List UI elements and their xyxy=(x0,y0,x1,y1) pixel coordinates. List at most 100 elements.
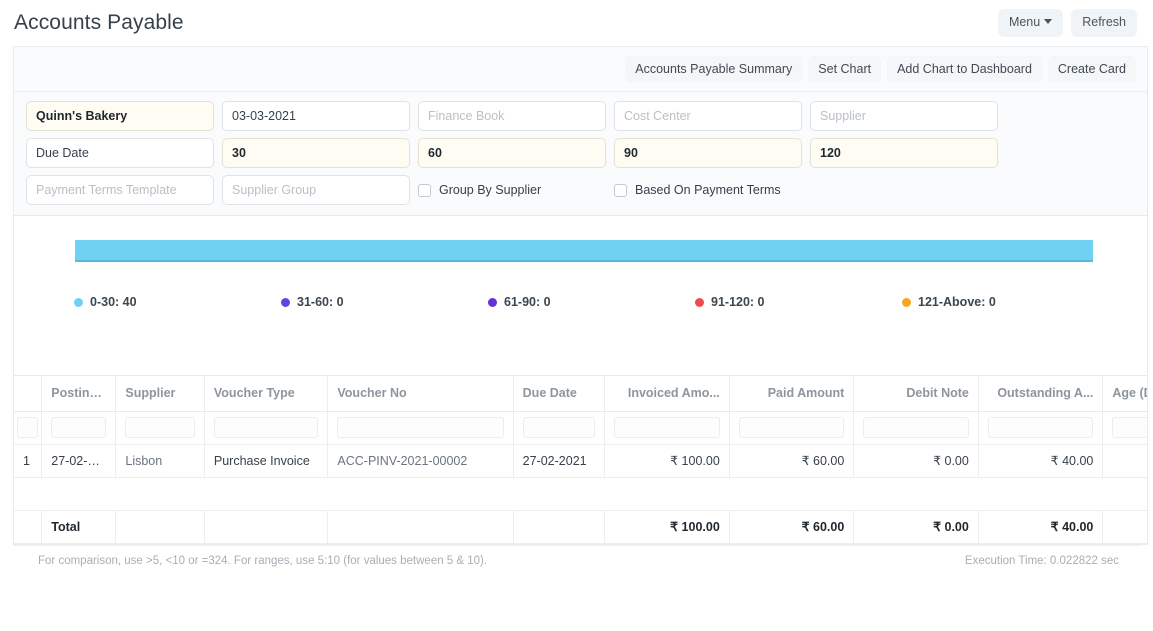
total-cell-voucher-no xyxy=(328,510,513,543)
create-card-button[interactable]: Create Card xyxy=(1048,56,1136,82)
total-cell-invoiced-amount: ₹ 100.00 xyxy=(605,510,730,543)
cell-invoiced-amount[interactable]: ₹ 100.00 xyxy=(605,444,730,477)
filter-row-2 xyxy=(26,138,1135,168)
legend-item-31-60[interactable]: 31-60: 0 xyxy=(281,295,488,309)
cell-debit-note[interactable]: ₹ 0.00 xyxy=(854,444,979,477)
column-header-row-index[interactable] xyxy=(14,376,42,411)
refresh-button[interactable]: Refresh xyxy=(1071,9,1137,37)
chart-bar-track xyxy=(75,240,1093,262)
legend-label: 61-90: 0 xyxy=(504,295,551,309)
column-filter-input-paid-amount[interactable] xyxy=(739,417,845,438)
checkbox-based-on-payment-terms[interactable]: Based On Payment Terms xyxy=(614,175,802,205)
table-empty-space xyxy=(14,477,1147,510)
cell-row-index[interactable]: 1 xyxy=(14,444,42,477)
chart-bar-segment-0-30 xyxy=(75,240,1093,262)
table-row[interactable]: 127-02-2021LisbonPurchase InvoiceACC-PIN… xyxy=(14,444,1147,477)
chart-legend: 0-30: 40 31-60: 0 61-90: 0 91-120: 0 121-Abo… xyxy=(14,295,1147,309)
total-cell-outstanding-amount: ₹ 40.00 xyxy=(978,510,1103,543)
table-filter-row xyxy=(14,411,1147,444)
filter-row2-field-3[interactable] xyxy=(614,138,802,168)
total-cell-posting-date: Total xyxy=(42,510,116,543)
column-filter-input-invoiced-amount[interactable] xyxy=(614,417,720,438)
checkbox-icon[interactable] xyxy=(614,184,627,197)
ageing-chart: 0-30: 40 31-60: 0 61-90: 0 91-120: 0 121-Abo… xyxy=(14,216,1147,376)
legend-color-dot xyxy=(281,298,290,307)
column-filter-input-voucher-type[interactable] xyxy=(214,417,319,438)
legend-item-121-Above[interactable]: 121-Above: 0 xyxy=(902,295,1109,309)
column-header-debit-note[interactable]: Debit Note xyxy=(854,376,979,411)
column-filter-input-age-days[interactable] xyxy=(1112,417,1147,438)
filter-row1-field-2[interactable] xyxy=(418,101,606,131)
execution-time: Execution Time: 0.022822 sec xyxy=(965,555,1119,567)
column-filter-input-supplier[interactable] xyxy=(125,417,195,438)
total-cell-voucher-type xyxy=(204,510,328,543)
legend-color-dot xyxy=(74,298,83,307)
menu-button-label: Menu xyxy=(1009,15,1040,29)
set-chart-button[interactable]: Set Chart xyxy=(808,56,881,82)
checkbox-label: Group By Supplier xyxy=(439,183,541,197)
column-header-voucher-type[interactable]: Voucher Type xyxy=(204,376,328,411)
legend-item-91-120[interactable]: 91-120: 0 xyxy=(695,295,902,309)
column-filter-input-outstanding-amount[interactable] xyxy=(988,417,1094,438)
column-header-supplier[interactable]: Supplier xyxy=(116,376,205,411)
filter-row1-field-1[interactable] xyxy=(222,101,410,131)
filter-row-1 xyxy=(26,101,1135,131)
footer-hint: For comparison, use >5, <10 or =324. For… xyxy=(38,555,487,567)
column-filter-input-posting-date[interactable] xyxy=(51,417,106,438)
column-header-invoiced-amount[interactable]: Invoiced Amo... xyxy=(605,376,730,411)
cell-paid-amount[interactable]: ₹ 60.00 xyxy=(729,444,854,477)
column-header-paid-amount[interactable]: Paid Amount xyxy=(729,376,854,411)
total-cell-row-index xyxy=(14,510,42,543)
filter-row2-field-0[interactable] xyxy=(26,138,214,168)
legend-item-61-90[interactable]: 61-90: 0 xyxy=(488,295,695,309)
filter-row2-field-2[interactable] xyxy=(418,138,606,168)
chart-toolbar: Accounts Payable SummarySet ChartAdd Cha… xyxy=(14,47,1147,92)
report-table-wrap: Posting D...SupplierVoucher TypeVoucher … xyxy=(14,376,1147,544)
table-empty-cell xyxy=(14,477,1147,510)
cell-posting-date[interactable]: 27-02-2021 xyxy=(42,444,116,477)
filter-row1-field-3[interactable] xyxy=(614,101,802,131)
column-header-due-date[interactable]: Due Date xyxy=(513,376,605,411)
legend-item-0-30[interactable]: 0-30: 40 xyxy=(74,295,281,309)
add-chart-to-dashboard-button[interactable]: Add Chart to Dashboard xyxy=(887,56,1042,82)
checkbox-icon[interactable] xyxy=(418,184,431,197)
cell-supplier[interactable]: Lisbon xyxy=(116,444,205,477)
column-header-outstanding-amount[interactable]: Outstanding A... xyxy=(978,376,1103,411)
cell-due-date[interactable]: 27-02-2021 xyxy=(513,444,605,477)
filter-row3-field-0[interactable] xyxy=(26,175,214,205)
filter-area: Group By Supplier Based On Payment Terms xyxy=(14,92,1147,216)
filter-row1-field-0[interactable] xyxy=(26,101,214,131)
legend-color-dot xyxy=(488,298,497,307)
cell-age-days[interactable] xyxy=(1103,444,1147,477)
report-table: Posting D...SupplierVoucher TypeVoucher … xyxy=(14,376,1147,544)
legend-label: 0-30: 40 xyxy=(90,295,137,309)
menu-button[interactable]: Menu xyxy=(998,9,1063,37)
column-filter-input-due-date[interactable] xyxy=(523,417,596,438)
page-title: Accounts Payable xyxy=(14,11,998,35)
legend-label: 121-Above: 0 xyxy=(918,295,996,309)
checkbox-group-by-supplier[interactable]: Group By Supplier xyxy=(418,175,606,205)
cell-voucher-type[interactable]: Purchase Invoice xyxy=(204,444,328,477)
checkbox-label: Based On Payment Terms xyxy=(635,183,781,197)
column-header-voucher-no[interactable]: Voucher No xyxy=(328,376,513,411)
filter-row2-field-4[interactable] xyxy=(810,138,998,168)
total-cell-debit-note: ₹ 0.00 xyxy=(854,510,979,543)
header-actions: Menu Refresh xyxy=(998,9,1137,37)
total-cell-supplier xyxy=(116,510,205,543)
accounts-payable-summary-button[interactable]: Accounts Payable Summary xyxy=(625,56,802,82)
cell-voucher-no[interactable]: ACC-PINV-2021-00002 xyxy=(328,444,513,477)
column-header-age-days[interactable]: Age (Da xyxy=(1103,376,1147,411)
total-cell-paid-amount: ₹ 60.00 xyxy=(729,510,854,543)
legend-color-dot xyxy=(902,298,911,307)
filter-row1-field-4[interactable] xyxy=(810,101,998,131)
total-cell-age-days xyxy=(1103,510,1147,543)
filter-row2-field-1[interactable] xyxy=(222,138,410,168)
column-filter-input-voucher-no[interactable] xyxy=(337,417,503,438)
legend-label: 31-60: 0 xyxy=(297,295,344,309)
column-filter-input-debit-note[interactable] xyxy=(863,417,969,438)
cell-outstanding-amount[interactable]: ₹ 40.00 xyxy=(978,444,1103,477)
column-filter-input-row-index[interactable] xyxy=(17,417,38,438)
column-header-posting-date[interactable]: Posting D... xyxy=(42,376,116,411)
legend-label: 91-120: 0 xyxy=(711,295,765,309)
filter-row3-field-1[interactable] xyxy=(222,175,410,205)
